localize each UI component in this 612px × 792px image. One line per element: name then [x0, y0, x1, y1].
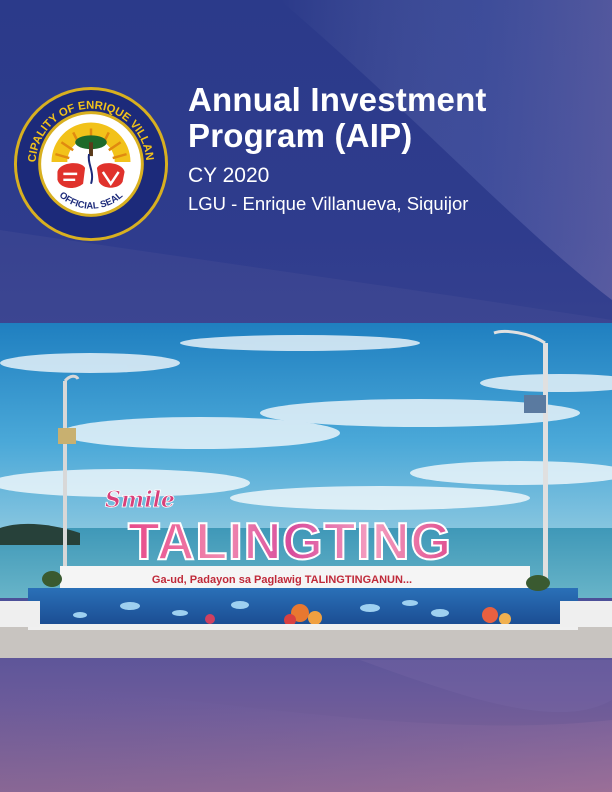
- title-block: Annual Investment Program (AIP) CY 2020 …: [188, 82, 598, 215]
- document-title: Annual Investment Program (AIP): [188, 81, 487, 154]
- sign-main-text: TALINGTING: [128, 513, 452, 571]
- sign-slogan-text: Ga-ud, Padayon sa Paglawig TALINGTINGANU…: [152, 574, 412, 586]
- official-seal: MUNICIPALITY OF ENRIQUE VILLANUEVA OFFIC…: [7, 76, 170, 243]
- plant-left: [42, 571, 62, 587]
- lgu-name: LGU - Enrique Villanueva, Siquijor: [188, 193, 469, 214]
- plant-right: [526, 575, 550, 591]
- sign-script-text: Smile: [105, 487, 175, 513]
- cover-photo: TALINGTING Smile Ga-ud, Padayon sa Pagla…: [0, 323, 612, 658]
- calendar-year: CY 2020: [188, 164, 270, 187]
